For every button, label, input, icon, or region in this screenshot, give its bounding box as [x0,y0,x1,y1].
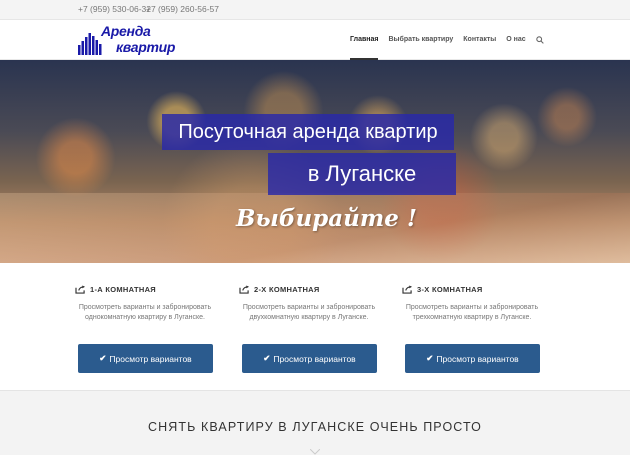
check-icon: ✔ [426,353,434,363]
button-label: Просмотр вариантов [109,353,192,364]
site-logo[interactable]: Аренда квартир [78,23,175,57]
card-description: Просмотреть варианты и забронировать дву… [242,304,376,321]
nav-item-choose-apartment[interactable]: Выбрать квартиру [388,20,453,60]
card-title-row: 1-А КОМНАТНАЯ [75,283,215,295]
hero-banner: Посуточная аренда квартир в Луганске Выб… [0,60,630,263]
logo-text-line1: Аренда [101,23,151,39]
apartment-types-section: 1-А КОМНАТНАЯ Просмотреть варианты и заб… [0,263,630,390]
nav-item-about[interactable]: О нас [506,20,525,60]
card-title-row: 3-Х КОМНАТНАЯ [402,283,542,295]
card-three-room: 3-Х КОМНАТНАЯ Просмотреть варианты и заб… [402,283,542,373]
section-heading: СНЯТЬ КВАРТИРУ В ЛУГАНСКЕ ОЧЕНЬ ПРОСТО [148,420,482,434]
nav-item-home[interactable]: Главная [350,20,379,60]
hero-title-line2: в Луганске [268,153,456,195]
card-title: 1-А КОМНАТНАЯ [90,284,156,294]
card-title: 2-Х КОМНАТНАЯ [254,284,320,294]
card-title-row: 2-Х КОМНАТНАЯ [239,283,379,295]
site-header: Аренда квартир Главная Выбрать квартиру … [0,20,630,60]
card-description: Просмотреть варианты и забронировать одн… [78,304,212,321]
check-icon: ✔ [263,353,271,363]
section-divider-arrow-icon [310,449,320,455]
phone-number-2[interactable]: +7 (959) 260-56-57 [146,4,219,14]
button-label: Просмотр вариантов [436,353,519,364]
search-icon[interactable] [535,20,546,60]
card-two-room: 2-Х КОМНАТНАЯ Просмотреть варианты и заб… [239,283,379,373]
view-options-button[interactable]: ✔ Просмотр вариантов [405,344,540,373]
card-one-room: 1-А КОМНАТНАЯ Просмотреть варианты и заб… [75,283,215,373]
top-bar: +7 (959) 530-06-32 +7 (959) 260-56-57 [0,0,630,20]
share-arrow-icon [239,284,249,294]
share-arrow-icon [402,284,412,294]
hero-title-line1: Посуточная аренда квартир [162,114,454,150]
building-bars-icon [78,33,102,55]
button-label: Просмотр вариантов [273,353,356,364]
main-nav: Главная Выбрать квартиру Контакты О нас [350,20,546,60]
bottom-section: СНЯТЬ КВАРТИРУ В ЛУГАНСКЕ ОЧЕНЬ ПРОСТО [0,390,630,455]
logo-text-line2: квартир [116,39,176,55]
view-options-button[interactable]: ✔ Просмотр вариантов [242,344,377,373]
nav-item-contacts[interactable]: Контакты [463,20,496,60]
view-options-button[interactable]: ✔ Просмотр вариантов [78,344,213,373]
card-title: 3-Х КОМНАТНАЯ [417,284,483,294]
card-description: Просмотреть варианты и забронировать тре… [405,304,539,321]
phone-number-1[interactable]: +7 (959) 530-06-32 [78,4,151,14]
hero-cta-text: Выбирайте ! [236,205,417,232]
share-arrow-icon [75,284,85,294]
check-icon: ✔ [99,353,107,363]
